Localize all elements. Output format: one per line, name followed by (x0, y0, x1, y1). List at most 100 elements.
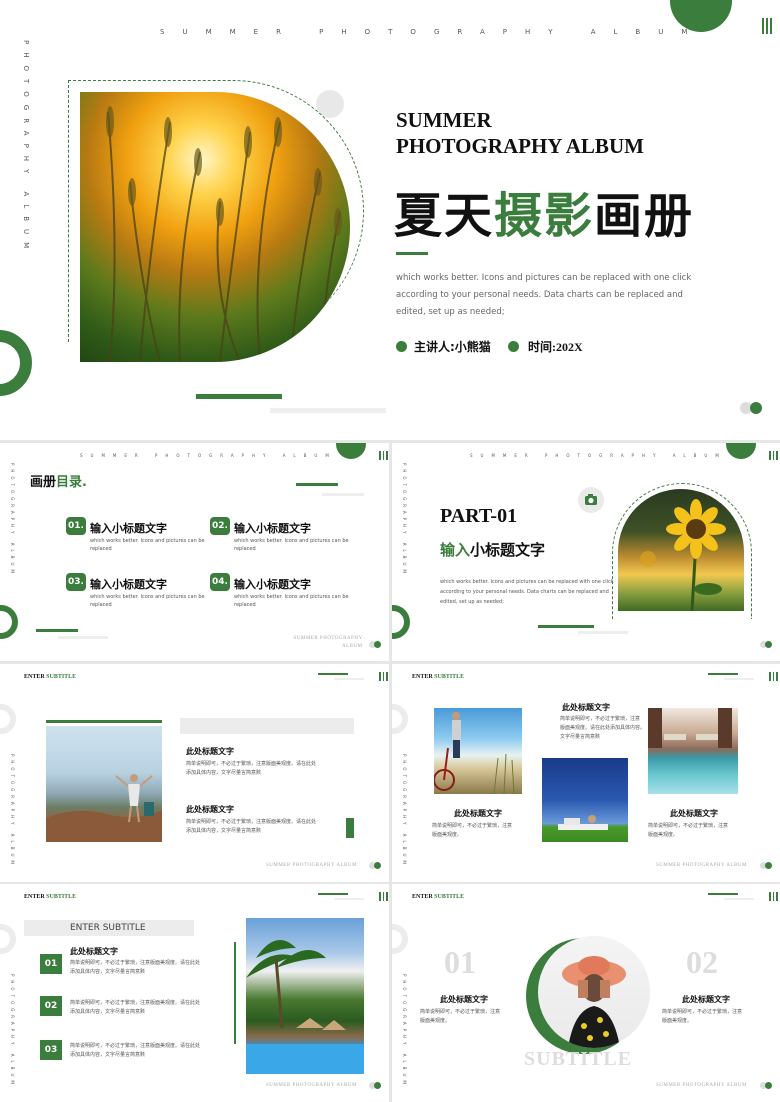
s6-stripe-icon (379, 892, 388, 901)
cover-bottom-bar (196, 394, 282, 399)
s5-right-block: 此处标题文字 简单说明即可，不必过于繁琐，注意 版面美观度。 (648, 808, 728, 840)
s4-photo-hiker (46, 726, 162, 842)
toc-num-badge: 03. (66, 573, 86, 591)
part-side-tagline: PHOTOGRAPHY ALBUM (402, 463, 407, 577)
s6-gray-ring (0, 924, 16, 954)
s5-left-title: 此处标题文字 (454, 809, 502, 818)
s7-stripe-icon (769, 892, 778, 901)
cover-slide[interactable]: SUMMER PHOTOGRAPHY ALBUM PHOTOGRAPHY ALB… (0, 0, 780, 440)
presenter-dot-icon (396, 341, 407, 352)
title-cn-part3: 画册 (594, 188, 695, 244)
s4-side-accent (346, 818, 354, 838)
s4-gray-banner (180, 718, 354, 734)
s4-block1-title: 此处标题文字 (186, 747, 234, 756)
toc-item-desc: which works better. Icons and pictures c… (90, 594, 205, 608)
toc-side-tagline: PHOTOGRAPHY ALBUM (10, 463, 15, 577)
s7-right-title: 此处标题文字 (682, 995, 730, 1004)
s6-item-1: 此处标题文字 简单说明即可，不必过于繁琐，注意版面美观度。请在此处 添加具体内容，… (70, 947, 201, 975)
camera-icon (578, 487, 604, 513)
cover-title-underline (396, 252, 428, 255)
s6-header: ENTER SUBTITLE (24, 894, 77, 900)
s7-side-tagline: PHOTOGRAPHY ALBUM (402, 974, 407, 1088)
toc-item-title: 输入小标题文字 (234, 578, 311, 591)
s4-stripe-icon (379, 672, 388, 681)
s6-item-2: 简单说明即可，不必过于繁琐，注意版面美观度。请在此处 添加具体内容，文字尽量言简意… (70, 1000, 201, 1015)
part-photo-sunflower (618, 489, 744, 611)
s6-side-tagline: PHOTOGRAPHY ALBUM (10, 974, 15, 1088)
s5-footer: SUMMER PHOTOGRAPHY ALBUM (656, 863, 747, 868)
toc-item-desc: which works better. Icons and pictures c… (234, 538, 349, 552)
part-toggle-icon (760, 641, 774, 648)
s5-top-gray-bar (724, 678, 754, 680)
cover-photo-grass-sunset (80, 92, 350, 362)
s6-num-02: 02 (40, 996, 62, 1016)
left-green-ring (0, 330, 32, 396)
s5-toggle-icon (760, 862, 774, 869)
s6-item-3: 简单说明即可，不必过于繁琐，注意版面美观度。请在此处 添加具体内容，文字尽量言简意… (70, 1043, 201, 1058)
s4-block2-text: 简单说明即可，不必过于繁琐，注意版面美观度。请在此处 添加具体内容，文字尽量言简意… (186, 819, 317, 834)
cover-desc-line: which works better. Icons and pictures c… (396, 273, 692, 283)
s5-left-block: 此处标题文字 简单说明即可，不必过于繁琐，注意 版面美观度。 (432, 808, 512, 840)
s5-side-tagline: PHOTOGRAPHY ALBUM (402, 754, 407, 868)
part-subtitle: 输入小标题文字 (440, 539, 545, 560)
toc-title: 画册目录. (30, 471, 87, 490)
cover-title-en-1: SUMMER (396, 108, 492, 132)
toc-bottom-bar (36, 629, 78, 632)
part-subtitle-a: 输入 (440, 541, 471, 559)
s7-top-gray-bar (724, 898, 754, 900)
s4-footer: SUMMER PHOTOGRAPHY ALBUM (266, 863, 357, 868)
s5-stripe-icon (769, 672, 778, 681)
cover-top-tagline: SUMMER PHOTOGRAPHY ALBUM (160, 28, 706, 36)
stripe-icon (762, 18, 772, 34)
cover-toggle-icon (740, 402, 764, 414)
toc-slide[interactable]: SUMMER PHOTOGRAPHY ALBUM PHOTOGRAPHY ALB… (0, 443, 389, 661)
s5-gray-ring (392, 704, 408, 734)
part-top-circle (726, 443, 756, 459)
content-slide-6[interactable]: ENTER SUBTITLE PHOTOGRAPHY ALBUM ENTER S… (0, 884, 389, 1102)
s4-top-gray-bar (334, 678, 364, 680)
toc-title-b: 目录 (56, 475, 83, 490)
s5-right-text: 简单说明即可，不必过于繁琐，注意 版面美观度。 (648, 823, 729, 838)
content-slide-5[interactable]: ENTER SUBTITLE PHOTOGRAPHY ALBUM 此处标题文字 (392, 664, 780, 882)
s5-photo-pool (648, 708, 738, 794)
s6-photo-resort (246, 918, 364, 1074)
cover-side-tagline: PHOTOGRAPHY ALBUM (22, 40, 30, 257)
s6-item-title: 此处标题文字 (70, 947, 118, 956)
s5-photo-cyclist (434, 708, 522, 794)
s4-header: ENTER SUBTITLE (24, 674, 77, 680)
cover-desc-line: edited, set up as needed; (396, 307, 505, 317)
presenter-label: 主讲人:小熊猫 (414, 340, 491, 354)
s7-header: ENTER SUBTITLE (412, 894, 465, 900)
s6-top-bar (318, 893, 348, 895)
toc-item-desc: which works better. Icons and pictures c… (90, 538, 205, 552)
content-slide-4[interactable]: ENTER SUBTITLE PHOTOGRAPHY ALBUM 此处标题文字 … (0, 664, 389, 882)
toc-num-badge: 01. (66, 517, 86, 535)
s7-toggle-icon (760, 1082, 774, 1089)
cover-description: which works better. Icons and pictures c… (396, 270, 691, 321)
toc-top-bar (296, 483, 338, 486)
s7-footer: SUMMER PHOTOGRAPHY ALBUM (656, 1083, 747, 1088)
s4-block1-text: 简单说明即可，不必过于繁琐，注意版面美观度。请在此处 添加具体内容，文字尽量言简意… (186, 761, 317, 776)
cover-title-cn: 夏天摄影画册 (394, 176, 694, 246)
s4-gray-ring (0, 704, 16, 734)
content-slide-7[interactable]: ENTER SUBTITLE PHOTOGRAPHY ALBUM 01 02 此… (392, 884, 780, 1102)
toc-title-dot: . (82, 475, 87, 490)
s4-toggle-icon (369, 862, 383, 869)
toc-item-title: 输入小标题文字 (90, 578, 167, 591)
toc-top-gray-bar (322, 493, 364, 496)
part-bottom-bar (538, 625, 594, 628)
s7-left-title: 此处标题文字 (440, 995, 488, 1004)
s5-top-block: 此处标题文字 简单说明即可，不必过于繁琐，注意 版面美观度。请在此处添加具体内容。… (560, 702, 645, 742)
s7-photo-portrait (538, 936, 650, 1048)
s6-footer: SUMMER PHOTOGRAPHY ALBUM (266, 1083, 357, 1088)
part-bottom-gray-bar (578, 631, 628, 634)
s7-right-block: 此处标题文字 简单说明即可，不必过于繁琐，注意 版面美观度。 (662, 994, 742, 1026)
part-left-ring (392, 605, 410, 639)
s4-top-bar (318, 673, 348, 675)
s5-top-text: 简单说明即可，不必过于繁琐，注意 版面美观度。请在此处添加具体内容。 文字尽量言简意… (560, 716, 646, 740)
s6-num-03: 03 (40, 1040, 62, 1060)
toc-item-title: 输入小标题文字 (90, 522, 167, 535)
toc-toggle-icon (369, 641, 383, 648)
toc-num-badge: 02. (210, 517, 230, 535)
part-slide[interactable]: SUMMER PHOTOGRAPHY ALBUM PHOTOGRAPHY ALB… (392, 443, 780, 661)
